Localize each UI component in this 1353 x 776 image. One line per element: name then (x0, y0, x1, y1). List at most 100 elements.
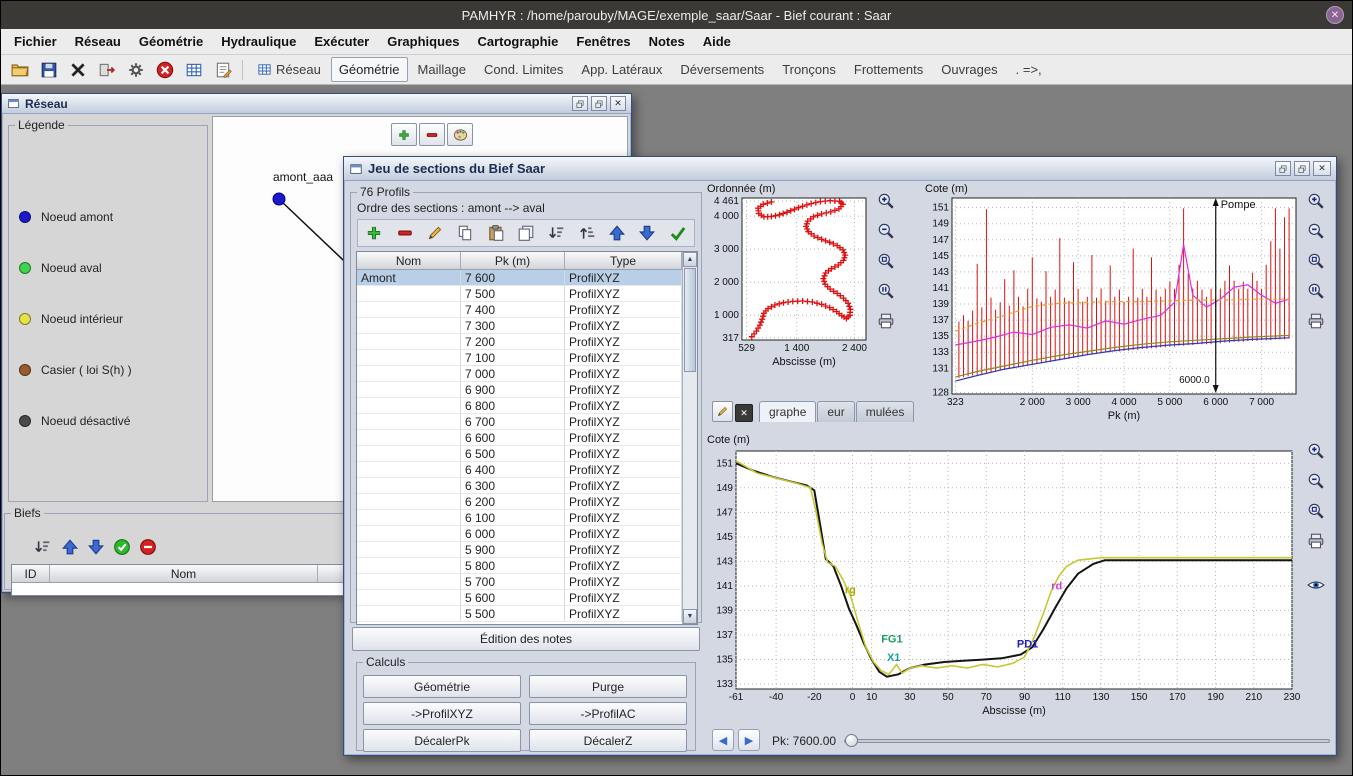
long-zoom-in-button[interactable] (1304, 189, 1328, 213)
plan-print-button[interactable] (874, 309, 898, 333)
table-row[interactable]: 5 700ProfilXYZ (357, 574, 682, 590)
profil-move-up-button[interactable] (605, 220, 629, 246)
next-profile-button[interactable]: ▶ (738, 729, 760, 751)
tab-edit-button[interactable] (712, 401, 733, 422)
reseau-undock-button[interactable] (572, 96, 588, 111)
close-button[interactable] (65, 57, 91, 83)
profil-edit-button[interactable] (423, 220, 447, 246)
calc-g-om-trie-button[interactable]: Géométrie (363, 675, 521, 698)
table-row[interactable]: 6 800ProfilXYZ (357, 398, 682, 414)
menu-item[interactable]: Graphiques (378, 34, 468, 49)
menu-item[interactable]: Hydraulique (212, 34, 305, 49)
add-node-button[interactable] (391, 123, 417, 146)
open-button[interactable] (7, 57, 33, 83)
table-row[interactable]: 7 000ProfilXYZ (357, 366, 682, 382)
biefs-move-up-button[interactable] (57, 534, 83, 560)
sections-maximize-button[interactable] (1294, 161, 1310, 176)
profil-copy-button[interactable] (453, 220, 477, 246)
cross-zoom-window-button[interactable] (1304, 499, 1328, 523)
menu-item[interactable]: Géométrie (130, 34, 212, 49)
table-row[interactable]: 7 400ProfilXYZ (357, 302, 682, 318)
tab-mulées[interactable]: mulées (856, 401, 915, 422)
reseau-window-titlebar[interactable]: Réseau ✕ (2, 94, 631, 114)
profils-column-header[interactable]: Pk (m) (461, 252, 565, 269)
toolbar---button[interactable]: . =>, (1008, 57, 1050, 82)
biefs-move-down-button[interactable] (83, 534, 109, 560)
toolbar-g-om-trie-button[interactable]: Géométrie (331, 57, 408, 82)
table-row[interactable]: 6 500ProfilXYZ (357, 446, 682, 462)
profil-sort-desc-button[interactable] (544, 220, 568, 246)
sections-window-titlebar[interactable]: Jeu de sections du Bief Saar ✕ (344, 157, 1336, 181)
long-zoom-reset-button[interactable] (1304, 279, 1328, 303)
notes-button[interactable] (210, 57, 236, 83)
toolbar-d-versements-button[interactable]: Déversements (672, 57, 772, 82)
tab-graphe[interactable]: graphe (759, 401, 816, 422)
calc-d-calerpk-button[interactable]: DécalerPk (363, 729, 521, 752)
calc--profilxyz-button[interactable]: ->ProfilXYZ (363, 702, 521, 725)
toolbar-app-lat-raux-button[interactable]: App. Latéraux (573, 57, 670, 82)
profils-column-header[interactable]: Type (565, 252, 682, 269)
remove-node-button[interactable] (419, 123, 445, 146)
profil-duplicate-button[interactable] (514, 220, 538, 246)
save-button[interactable] (36, 57, 62, 83)
table-row[interactable]: 6 200ProfilXYZ (357, 494, 682, 510)
cross-print-button[interactable] (1304, 529, 1328, 553)
biefs-remove-button[interactable] (135, 534, 161, 560)
toolbar-ouvrages-button[interactable]: Ouvrages (933, 57, 1005, 82)
scroll-thumb[interactable] (684, 268, 696, 372)
profil-sort-asc-button[interactable] (575, 220, 599, 246)
table-button[interactable] (181, 57, 207, 83)
cross-section-chart[interactable]: -61-40-200103050709011013015017019021023… (704, 433, 1304, 725)
profils-column-header[interactable]: Nom (357, 252, 461, 269)
window-close-button[interactable]: ✕ (1326, 6, 1344, 24)
previous-profile-button[interactable]: ◀ (712, 729, 734, 751)
toolbar-tron-ons-button[interactable]: Tronçons (774, 57, 844, 82)
export-button[interactable] (94, 57, 120, 83)
table-row[interactable]: 7 100ProfilXYZ (357, 350, 682, 366)
long-zoom-out-button[interactable] (1304, 219, 1328, 243)
plan-zoom-reset-button[interactable] (874, 279, 898, 303)
palette-button[interactable] (447, 123, 473, 146)
long-print-button[interactable] (1304, 309, 1328, 333)
table-row[interactable]: 6 700ProfilXYZ (357, 414, 682, 430)
biefs-column-header[interactable]: ID (12, 565, 50, 582)
menu-item[interactable]: Fenêtres (567, 34, 639, 49)
scroll-down-button[interactable]: ▼ (683, 609, 697, 624)
long-zoom-window-button[interactable] (1304, 249, 1328, 273)
profil-remove-button[interactable] (392, 220, 416, 246)
calc--profilac-button[interactable]: ->ProfilAC (529, 702, 687, 725)
menu-item[interactable]: Aide (694, 34, 740, 49)
toolbar-maillage-button[interactable]: Maillage (410, 57, 474, 82)
plan-view-chart[interactable]: 5291 4002 4004 4614 0003 0002 0001 00031… (704, 182, 876, 394)
table-row[interactable]: 6 000ProfilXYZ (357, 526, 682, 542)
menu-item[interactable]: Notes (640, 34, 694, 49)
table-row[interactable]: 5 600ProfilXYZ (357, 590, 682, 606)
plan-zoom-in-button[interactable] (874, 189, 898, 213)
table-row[interactable]: 6 900ProfilXYZ (357, 382, 682, 398)
calc-purge-button[interactable]: Purge (529, 675, 687, 698)
reseau-maximize-button[interactable] (591, 96, 607, 111)
toolbar-r-seau-button[interactable]: Réseau (249, 57, 329, 82)
table-row[interactable]: 7 500ProfilXYZ (357, 286, 682, 302)
cross-zoom-in-button[interactable] (1304, 439, 1328, 463)
pk-slider-thumb[interactable] (845, 734, 858, 747)
biefs-sort-button[interactable] (29, 534, 55, 560)
sections-undock-button[interactable] (1275, 161, 1291, 176)
calc-d-calerz-button[interactable]: DécalerZ (529, 729, 687, 752)
sections-close-button[interactable]: ✕ (1313, 161, 1331, 176)
table-row[interactable]: 6 400ProfilXYZ (357, 462, 682, 478)
table-row[interactable]: 6 600ProfilXYZ (357, 430, 682, 446)
cross-zoom-out-button[interactable] (1304, 469, 1328, 493)
os-titlebar[interactable]: PAMHYR : /home/parouby/MAGE/exemple_saar… (1, 1, 1352, 29)
settings-button[interactable] (123, 57, 149, 83)
menu-item[interactable]: Fichier (5, 34, 66, 49)
abort-button[interactable] (152, 57, 178, 83)
plan-zoom-window-button[interactable] (874, 249, 898, 273)
table-row[interactable]: 5 800ProfilXYZ (357, 558, 682, 574)
toolbar-cond-limites-button[interactable]: Cond. Limites (476, 57, 571, 82)
plan-zoom-out-button[interactable] (874, 219, 898, 243)
long-profile-chart[interactable]: 3232 0003 0004 0005 0006 0007 0001511491… (922, 182, 1304, 432)
menu-item[interactable]: Cartographie (468, 34, 567, 49)
menu-item[interactable]: Réseau (66, 34, 130, 49)
profil-paste-button[interactable] (483, 220, 507, 246)
